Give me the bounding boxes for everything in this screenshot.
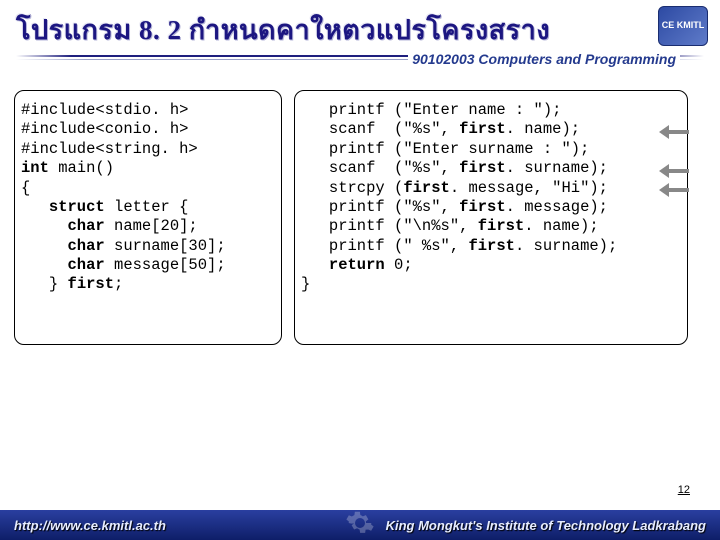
code-text: scanf ("%s", (301, 159, 459, 177)
course-subtitle: 90102003 Computers and Programming (408, 51, 680, 67)
arrow-icon (657, 164, 691, 178)
code-text: main() (49, 159, 114, 177)
footer-institute: King Mongkut's Institute of Technology L… (386, 518, 706, 533)
kmitl-logo: CE KMITL (658, 6, 708, 46)
code-line: } (301, 275, 310, 293)
code-line: { (21, 179, 30, 197)
logo-text: CE KMITL (662, 21, 705, 31)
code-text: printf ("%s", (301, 198, 459, 216)
code-block-left: #include<stdio. h> #include<conio. h> #i… (14, 90, 282, 345)
footer-url: http://www.ce.kmitl.ac.th (14, 518, 166, 533)
code-keyword: int (21, 159, 49, 177)
slide-title: โปรแกรม 8. 2 กำหนดคาใหตวแปรโครงสราง (16, 8, 704, 51)
code-line: #include<stdio. h> (21, 101, 188, 119)
code-text: ; (114, 275, 123, 293)
code-text: scanf ("%s", (301, 120, 459, 138)
code-text: strcpy ( (301, 179, 403, 197)
code-keyword: first (459, 198, 506, 216)
code-text: . name); (506, 120, 580, 138)
code-text: . message); (506, 198, 608, 216)
code-line: printf ("Enter name : "); (301, 101, 561, 119)
arrow-icon (657, 125, 691, 139)
code-text: 0; (385, 256, 413, 274)
arrow-icon (657, 183, 691, 197)
code-line: #include<string. h> (21, 140, 198, 158)
code-text: . name); (524, 217, 598, 235)
code-keyword: char (21, 237, 105, 255)
code-keyword: first (403, 179, 450, 197)
code-keyword: first (468, 237, 515, 255)
code-line: printf ("Enter surname : "); (301, 140, 589, 158)
pointer-arrows (657, 103, 691, 200)
code-text: message[50]; (105, 256, 226, 274)
code-text: printf ("\n%s", (301, 217, 478, 235)
page-number: 12 (678, 484, 690, 496)
slide-content: #include<stdio. h> #include<conio. h> #i… (0, 70, 720, 345)
code-keyword: return (301, 256, 385, 274)
code-text: letter { (105, 198, 189, 216)
code-text: } (21, 275, 68, 293)
code-keyword: struct (21, 198, 105, 216)
code-text: name[20]; (105, 217, 198, 235)
code-text: surname[30]; (105, 237, 226, 255)
code-keyword: first (478, 217, 525, 235)
code-text: printf (" %s", (301, 237, 468, 255)
gear-icon (345, 508, 375, 538)
slide-header: โปรแกรม 8. 2 กำหนดคาใหตวแปรโครงสราง CE K… (0, 0, 720, 70)
code-keyword: first (68, 275, 115, 293)
slide-footer: http://www.ce.kmitl.ac.th King Mongkut's… (0, 510, 720, 540)
code-text: . surname); (506, 159, 608, 177)
header-rule: 90102003 Computers and Programming (16, 55, 704, 60)
code-block-right: printf ("Enter name : "); scanf ("%s", f… (294, 90, 688, 345)
code-keyword: char (21, 256, 105, 274)
code-keyword: first (459, 120, 506, 138)
code-text: . message, "Hi"); (450, 179, 608, 197)
code-line: #include<conio. h> (21, 120, 188, 138)
code-keyword: first (459, 159, 506, 177)
code-text: . surname); (515, 237, 617, 255)
code-keyword: char (21, 217, 105, 235)
